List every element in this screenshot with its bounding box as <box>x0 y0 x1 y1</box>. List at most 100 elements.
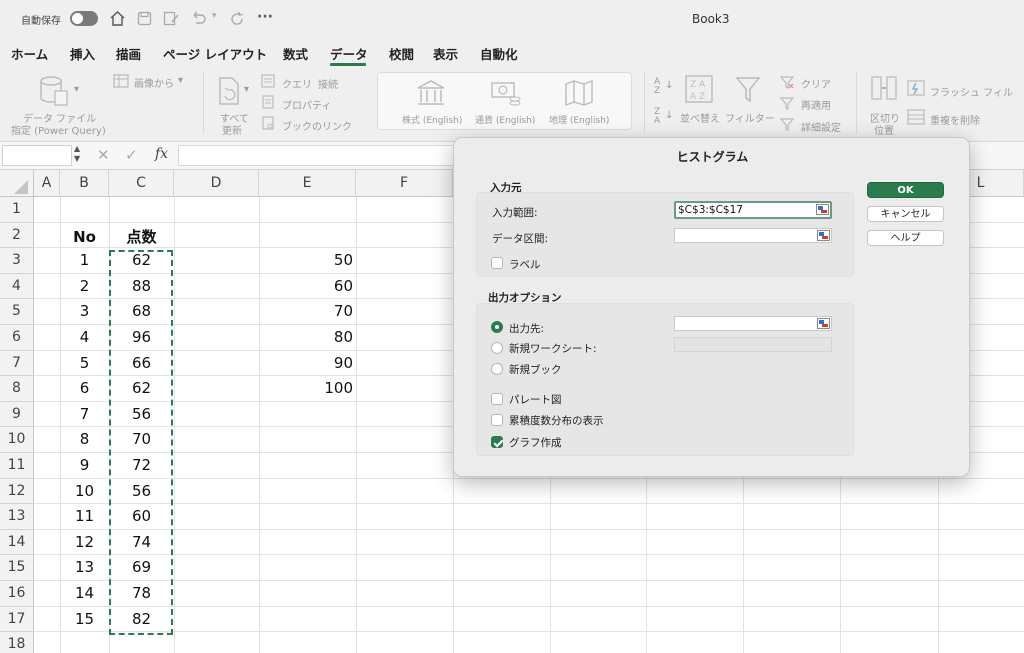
autosave-toggle[interactable] <box>70 11 98 26</box>
row-header[interactable]: 11 <box>0 453 34 479</box>
cancel-formula-icon[interactable]: ✕ <box>97 146 110 164</box>
no-cell[interactable]: 10 <box>60 479 109 505</box>
currencies-icon[interactable] <box>490 79 522 107</box>
edit-icon[interactable] <box>163 11 179 26</box>
clear-button[interactable]: クリア <box>801 76 831 91</box>
row-header[interactable]: 18 <box>0 632 34 653</box>
flash-fill-button[interactable]: フラッシュ フィル <box>930 84 1013 99</box>
tab-page-layout[interactable]: ページ レイアウト <box>163 44 267 63</box>
row-header[interactable]: 1 <box>0 197 34 223</box>
output-range-field[interactable] <box>674 316 832 331</box>
no-cell[interactable]: 1 <box>60 248 109 274</box>
no-cell[interactable]: 4 <box>60 325 109 351</box>
stocks-icon[interactable] <box>416 79 446 107</box>
remove-duplicates-icon[interactable] <box>907 109 925 125</box>
output-range-picker-icon[interactable] <box>817 318 830 329</box>
no-cell[interactable]: 2 <box>60 274 109 300</box>
row-header[interactable]: 4 <box>0 273 34 300</box>
tab-home[interactable]: ホーム <box>11 44 48 63</box>
text-to-columns-icon[interactable] <box>868 74 900 106</box>
no-cell[interactable]: 15 <box>60 607 109 633</box>
cumulative-percentage-checkbox[interactable] <box>491 414 503 426</box>
more-icon[interactable]: ··· <box>257 9 273 25</box>
column-header-d[interactable]: D <box>174 170 259 197</box>
name-box-stepper-icon[interactable]: ▲ ▼ <box>74 144 80 164</box>
column-header-c[interactable]: C <box>109 170 174 197</box>
queries-icon[interactable] <box>261 74 275 88</box>
bin-cell[interactable]: 100 <box>259 376 353 402</box>
database-icon[interactable] <box>38 74 72 108</box>
column-header-b[interactable]: B <box>60 170 109 197</box>
row-header[interactable]: 16 <box>0 581 34 607</box>
chart-output-checkbox[interactable] <box>491 436 503 448</box>
tab-formulas[interactable]: 数式 <box>283 44 308 63</box>
bin-cell[interactable]: 60 <box>259 274 353 300</box>
workbook-links-button[interactable]: ブックのリンク <box>282 118 352 133</box>
home-icon[interactable] <box>109 10 126 27</box>
currencies-button[interactable]: 通貨 (English) <box>475 113 535 126</box>
row-header[interactable]: 2 <box>0 222 34 249</box>
stocks-button[interactable]: 株式 (English) <box>402 113 462 126</box>
no-cell[interactable]: 13 <box>60 555 109 581</box>
input-range-field[interactable]: $C$3:$C$17 <box>674 201 832 219</box>
tab-view[interactable]: 表示 <box>433 44 458 63</box>
reapply-icon[interactable] <box>780 97 794 110</box>
queries-button[interactable]: クエリ <box>282 76 312 91</box>
from-image-button[interactable]: 画像から <box>134 75 174 90</box>
redo-icon[interactable] <box>229 11 245 27</box>
row-header[interactable]: 17 <box>0 606 34 633</box>
no-cell[interactable]: 12 <box>60 530 109 556</box>
image-icon[interactable] <box>113 74 129 88</box>
row-header[interactable]: 10 <box>0 427 34 453</box>
properties-icon[interactable] <box>261 95 275 109</box>
no-cell[interactable]: 5 <box>60 351 109 377</box>
no-cell[interactable]: 8 <box>60 427 109 453</box>
geography-icon[interactable] <box>564 79 594 107</box>
output-range-radio[interactable] <box>491 321 503 333</box>
bin-range-field[interactable] <box>674 228 832 243</box>
pareto-checkbox[interactable] <box>491 393 503 405</box>
filter-icon[interactable] <box>735 76 761 104</box>
row-header[interactable]: 13 <box>0 504 34 530</box>
connections-button[interactable]: 接続 <box>318 76 338 91</box>
properties-button[interactable]: プロパティ <box>282 97 331 112</box>
row-header[interactable]: 8 <box>0 376 34 402</box>
new-worksheet-name-field[interactable] <box>674 337 832 352</box>
tab-review[interactable]: 校閲 <box>389 44 414 63</box>
row-header[interactable]: 14 <box>0 529 34 556</box>
labels-checkbox[interactable] <box>491 257 503 269</box>
row-header[interactable]: 15 <box>0 555 34 581</box>
undo-dropdown-icon[interactable]: ▾ <box>212 11 217 21</box>
cancel-button[interactable]: キャンセル <box>867 206 944 222</box>
row-header[interactable]: 12 <box>0 478 34 505</box>
row-header[interactable]: 9 <box>0 401 34 428</box>
tab-insert[interactable]: 挿入 <box>70 44 95 63</box>
tab-draw[interactable]: 描画 <box>116 44 141 63</box>
enter-formula-icon[interactable]: ✓ <box>125 146 138 164</box>
formula-input[interactable] <box>178 145 468 166</box>
no-cell[interactable]: 3 <box>60 299 109 325</box>
sort-button[interactable]: 並べ替え <box>680 110 720 125</box>
row-header[interactable]: 7 <box>0 350 34 377</box>
refresh-all-icon[interactable] <box>216 76 242 108</box>
no-cell[interactable]: 6 <box>60 376 109 402</box>
advanced-filter-icon[interactable] <box>780 118 794 131</box>
sort-icon[interactable]: Z A A Z <box>684 74 714 104</box>
workbook-links-icon[interactable] <box>261 116 275 130</box>
flash-fill-icon[interactable] <box>907 80 925 96</box>
bin-cell[interactable]: 70 <box>259 299 353 325</box>
row-header[interactable]: 3 <box>0 248 34 274</box>
help-button[interactable]: ヘルプ <box>867 230 944 246</box>
column-header-a[interactable]: A <box>34 170 60 197</box>
no-cell[interactable]: 7 <box>60 402 109 428</box>
new-worksheet-radio[interactable] <box>491 342 503 354</box>
header-no-cell[interactable]: No <box>60 225 109 251</box>
no-cell[interactable]: 9 <box>60 453 109 479</box>
row-header[interactable]: 6 <box>0 325 34 351</box>
bin-cell[interactable]: 90 <box>259 351 353 377</box>
get-data-label-2[interactable]: 指定 (Power Query) <box>11 122 106 137</box>
no-cell[interactable]: 11 <box>60 504 109 530</box>
filter-button[interactable]: フィルター <box>725 110 775 125</box>
header-score-cell[interactable]: 点数 <box>109 225 174 251</box>
new-workbook-radio[interactable] <box>491 363 503 375</box>
